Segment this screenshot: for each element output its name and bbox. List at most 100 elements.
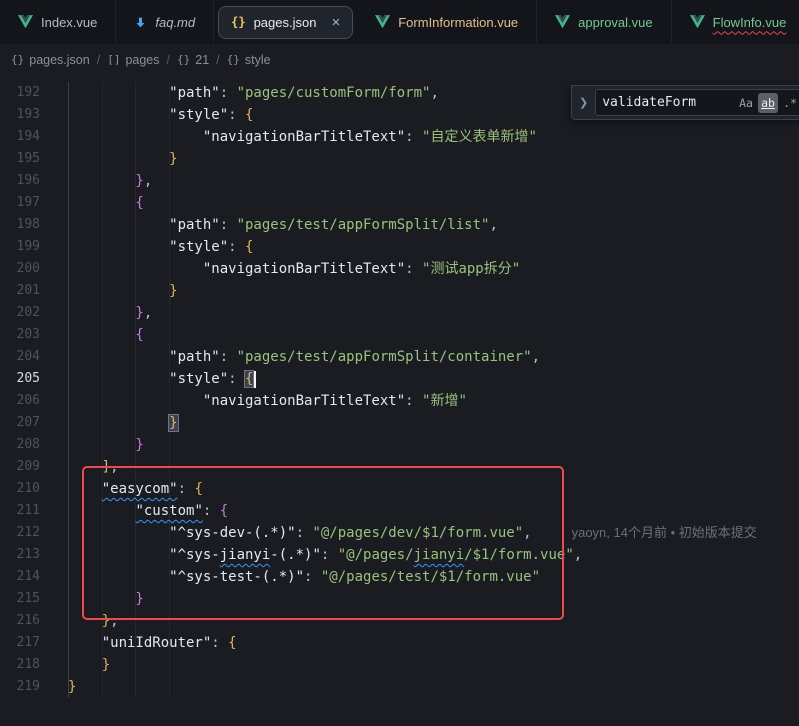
code-line-200[interactable]: 200 "navigationBarTitleText": "测试app拆分" <box>0 258 799 280</box>
token: "pages/test/appFormSplit/list" <box>237 217 490 233</box>
tab-label: pages.json <box>254 15 317 30</box>
token: : <box>228 239 245 255</box>
line-content[interactable]: } <box>68 676 799 698</box>
toggle-replace-chevron-icon[interactable]: ❯ <box>577 96 590 109</box>
code-line-212[interactable]: 212 "^sys-dev-(.*)": "@/pages/dev/$1/for… <box>0 522 799 544</box>
line-number: 194 <box>0 126 40 148</box>
code-line-210[interactable]: 210 "easycom": { <box>0 478 799 500</box>
line-content[interactable]: } <box>68 280 799 302</box>
find-input[interactable]: validateForm Aaab.* <box>595 89 799 116</box>
line-content[interactable]: "navigationBarTitleText": "自定义表单新增" <box>68 126 799 148</box>
code-line-209[interactable]: 209 ], <box>0 456 799 478</box>
line-content[interactable]: "navigationBarTitleText": "测试app拆分" <box>68 258 799 280</box>
token: "^sys-dev-(.*)" <box>68 525 296 541</box>
line-content[interactable]: "navigationBarTitleText": "新增" <box>68 390 799 412</box>
code-line-199[interactable]: 199 "style": { <box>0 236 799 258</box>
token: "easycom" <box>102 481 178 497</box>
line-content[interactable]: "style": { <box>68 368 799 390</box>
line-number: 206 <box>0 390 40 412</box>
line-content[interactable]: }, <box>68 302 799 324</box>
code-line-214[interactable]: 214 "^sys-test-(.*)": "@/pages/test/$1/f… <box>0 566 799 588</box>
line-content[interactable]: ], <box>68 456 799 478</box>
line-content[interactable]: }, <box>68 170 799 192</box>
code-line-204[interactable]: 204 "path": "pages/test/appFormSplit/con… <box>0 346 799 368</box>
code-line-208[interactable]: 208 } <box>0 434 799 456</box>
line-number: 217 <box>0 632 40 654</box>
token: , <box>430 85 438 101</box>
token: : <box>220 85 237 101</box>
line-content[interactable]: } <box>68 412 799 434</box>
token: : <box>178 481 195 497</box>
line-content[interactable]: { <box>68 192 799 214</box>
code-line-219[interactable]: 219} <box>0 676 799 698</box>
token: "custom" <box>135 503 202 519</box>
line-content[interactable]: { <box>68 324 799 346</box>
breadcrumb-item-21[interactable]: {}21 <box>177 53 209 67</box>
token: } <box>68 657 110 673</box>
line-content[interactable]: "custom": { <box>68 500 799 522</box>
line-content[interactable]: } <box>68 588 799 610</box>
line-content[interactable]: "style": { <box>68 236 799 258</box>
code-line-203[interactable]: 203 { <box>0 324 799 346</box>
code-line-202[interactable]: 202 }, <box>0 302 799 324</box>
code-line-196[interactable]: 196 }, <box>0 170 799 192</box>
tab-pages.json[interactable]: {} pages.json × <box>218 6 353 39</box>
breadcrumb: {}pages.json/[]pages/{}21/{}style <box>0 44 799 75</box>
code-line-213[interactable]: 213 "^sys-jianyi-(.*)": "@/pages/jianyi/… <box>0 544 799 566</box>
symbol-icon: [] <box>107 53 120 66</box>
code-line-195[interactable]: 195 } <box>0 148 799 170</box>
editor[interactable]: 192 "path": "pages/customForm/form",193 … <box>0 75 799 726</box>
token: , <box>574 547 582 563</box>
line-content[interactable]: "easycom": { <box>68 478 799 500</box>
code-line-207[interactable]: 207 } <box>0 412 799 434</box>
match-case-toggle[interactable]: Aa <box>736 93 756 113</box>
whole-word-toggle[interactable]: ab <box>758 93 778 113</box>
line-number: 199 <box>0 236 40 258</box>
line-content[interactable]: }, <box>68 610 799 632</box>
code-line-206[interactable]: 206 "navigationBarTitleText": "新增" <box>0 390 799 412</box>
token: jianyi <box>220 547 271 563</box>
line-content[interactable]: } <box>68 434 799 456</box>
breadcrumb-label: 21 <box>195 53 209 67</box>
vue-file-icon <box>375 15 390 29</box>
tab-FlowInfo.vue[interactable]: FlowInfo.vue <box>672 0 799 44</box>
line-content[interactable]: "^sys-jianyi-(.*)": "@/pages/jianyi/$1/f… <box>68 544 799 566</box>
token: ] <box>68 459 110 475</box>
token: "@/pages/test/$1/form.vue" <box>321 569 540 585</box>
tab-bar: Index.vuefaq.md {} pages.json × FormInformat… <box>0 0 799 44</box>
line-content[interactable]: "uniIdRouter": { <box>68 632 799 654</box>
tab-FormInformation.vue[interactable]: FormInformation.vue <box>357 0 537 44</box>
code-line-198[interactable]: 198 "path": "pages/test/appFormSplit/lis… <box>0 214 799 236</box>
line-content[interactable]: } <box>68 148 799 170</box>
code-line-201[interactable]: 201 } <box>0 280 799 302</box>
token: } <box>68 679 76 695</box>
breadcrumb-item-pages[interactable]: []pages <box>107 53 159 67</box>
line-content[interactable]: "path": "pages/test/appFormSplit/list", <box>68 214 799 236</box>
code-line-197[interactable]: 197 { <box>0 192 799 214</box>
regex-toggle[interactable]: .* <box>780 93 799 113</box>
breadcrumb-item-pages.json[interactable]: {}pages.json <box>11 53 90 67</box>
token: "style" <box>68 371 228 387</box>
tab-approval.vue[interactable]: approval.vue <box>537 0 671 44</box>
breadcrumb-item-style[interactable]: {}style <box>227 53 271 67</box>
line-content[interactable]: "^sys-test-(.*)": "@/pages/test/$1/form.… <box>68 566 799 588</box>
close-icon[interactable]: × <box>331 15 340 30</box>
code-line-211[interactable]: 211 "custom": { <box>0 500 799 522</box>
line-number: 207 <box>0 412 40 434</box>
tab-faq.md[interactable]: faq.md <box>116 0 214 44</box>
tab-Index.vue[interactable]: Index.vue <box>0 0 116 44</box>
code-line-218[interactable]: 218 } <box>0 654 799 676</box>
code-line-205[interactable]: 205 "style": { <box>0 368 799 390</box>
vue-file-icon <box>18 15 33 29</box>
line-content[interactable]: } <box>68 654 799 676</box>
token: "新增" <box>422 393 467 409</box>
line-content[interactable]: "^sys-dev-(.*)": "@/pages/dev/$1/form.vu… <box>68 522 799 544</box>
line-number: 213 <box>0 544 40 566</box>
code-line-217[interactable]: 217 "uniIdRouter": { <box>0 632 799 654</box>
code-line-194[interactable]: 194 "navigationBarTitleText": "自定义表单新增" <box>0 126 799 148</box>
json-file-icon: {} <box>231 15 245 29</box>
code-area: 192 "path": "pages/customForm/form",193 … <box>0 75 799 698</box>
line-content[interactable]: "path": "pages/test/appFormSplit/contain… <box>68 346 799 368</box>
code-line-216[interactable]: 216 }, <box>0 610 799 632</box>
code-line-215[interactable]: 215 } <box>0 588 799 610</box>
